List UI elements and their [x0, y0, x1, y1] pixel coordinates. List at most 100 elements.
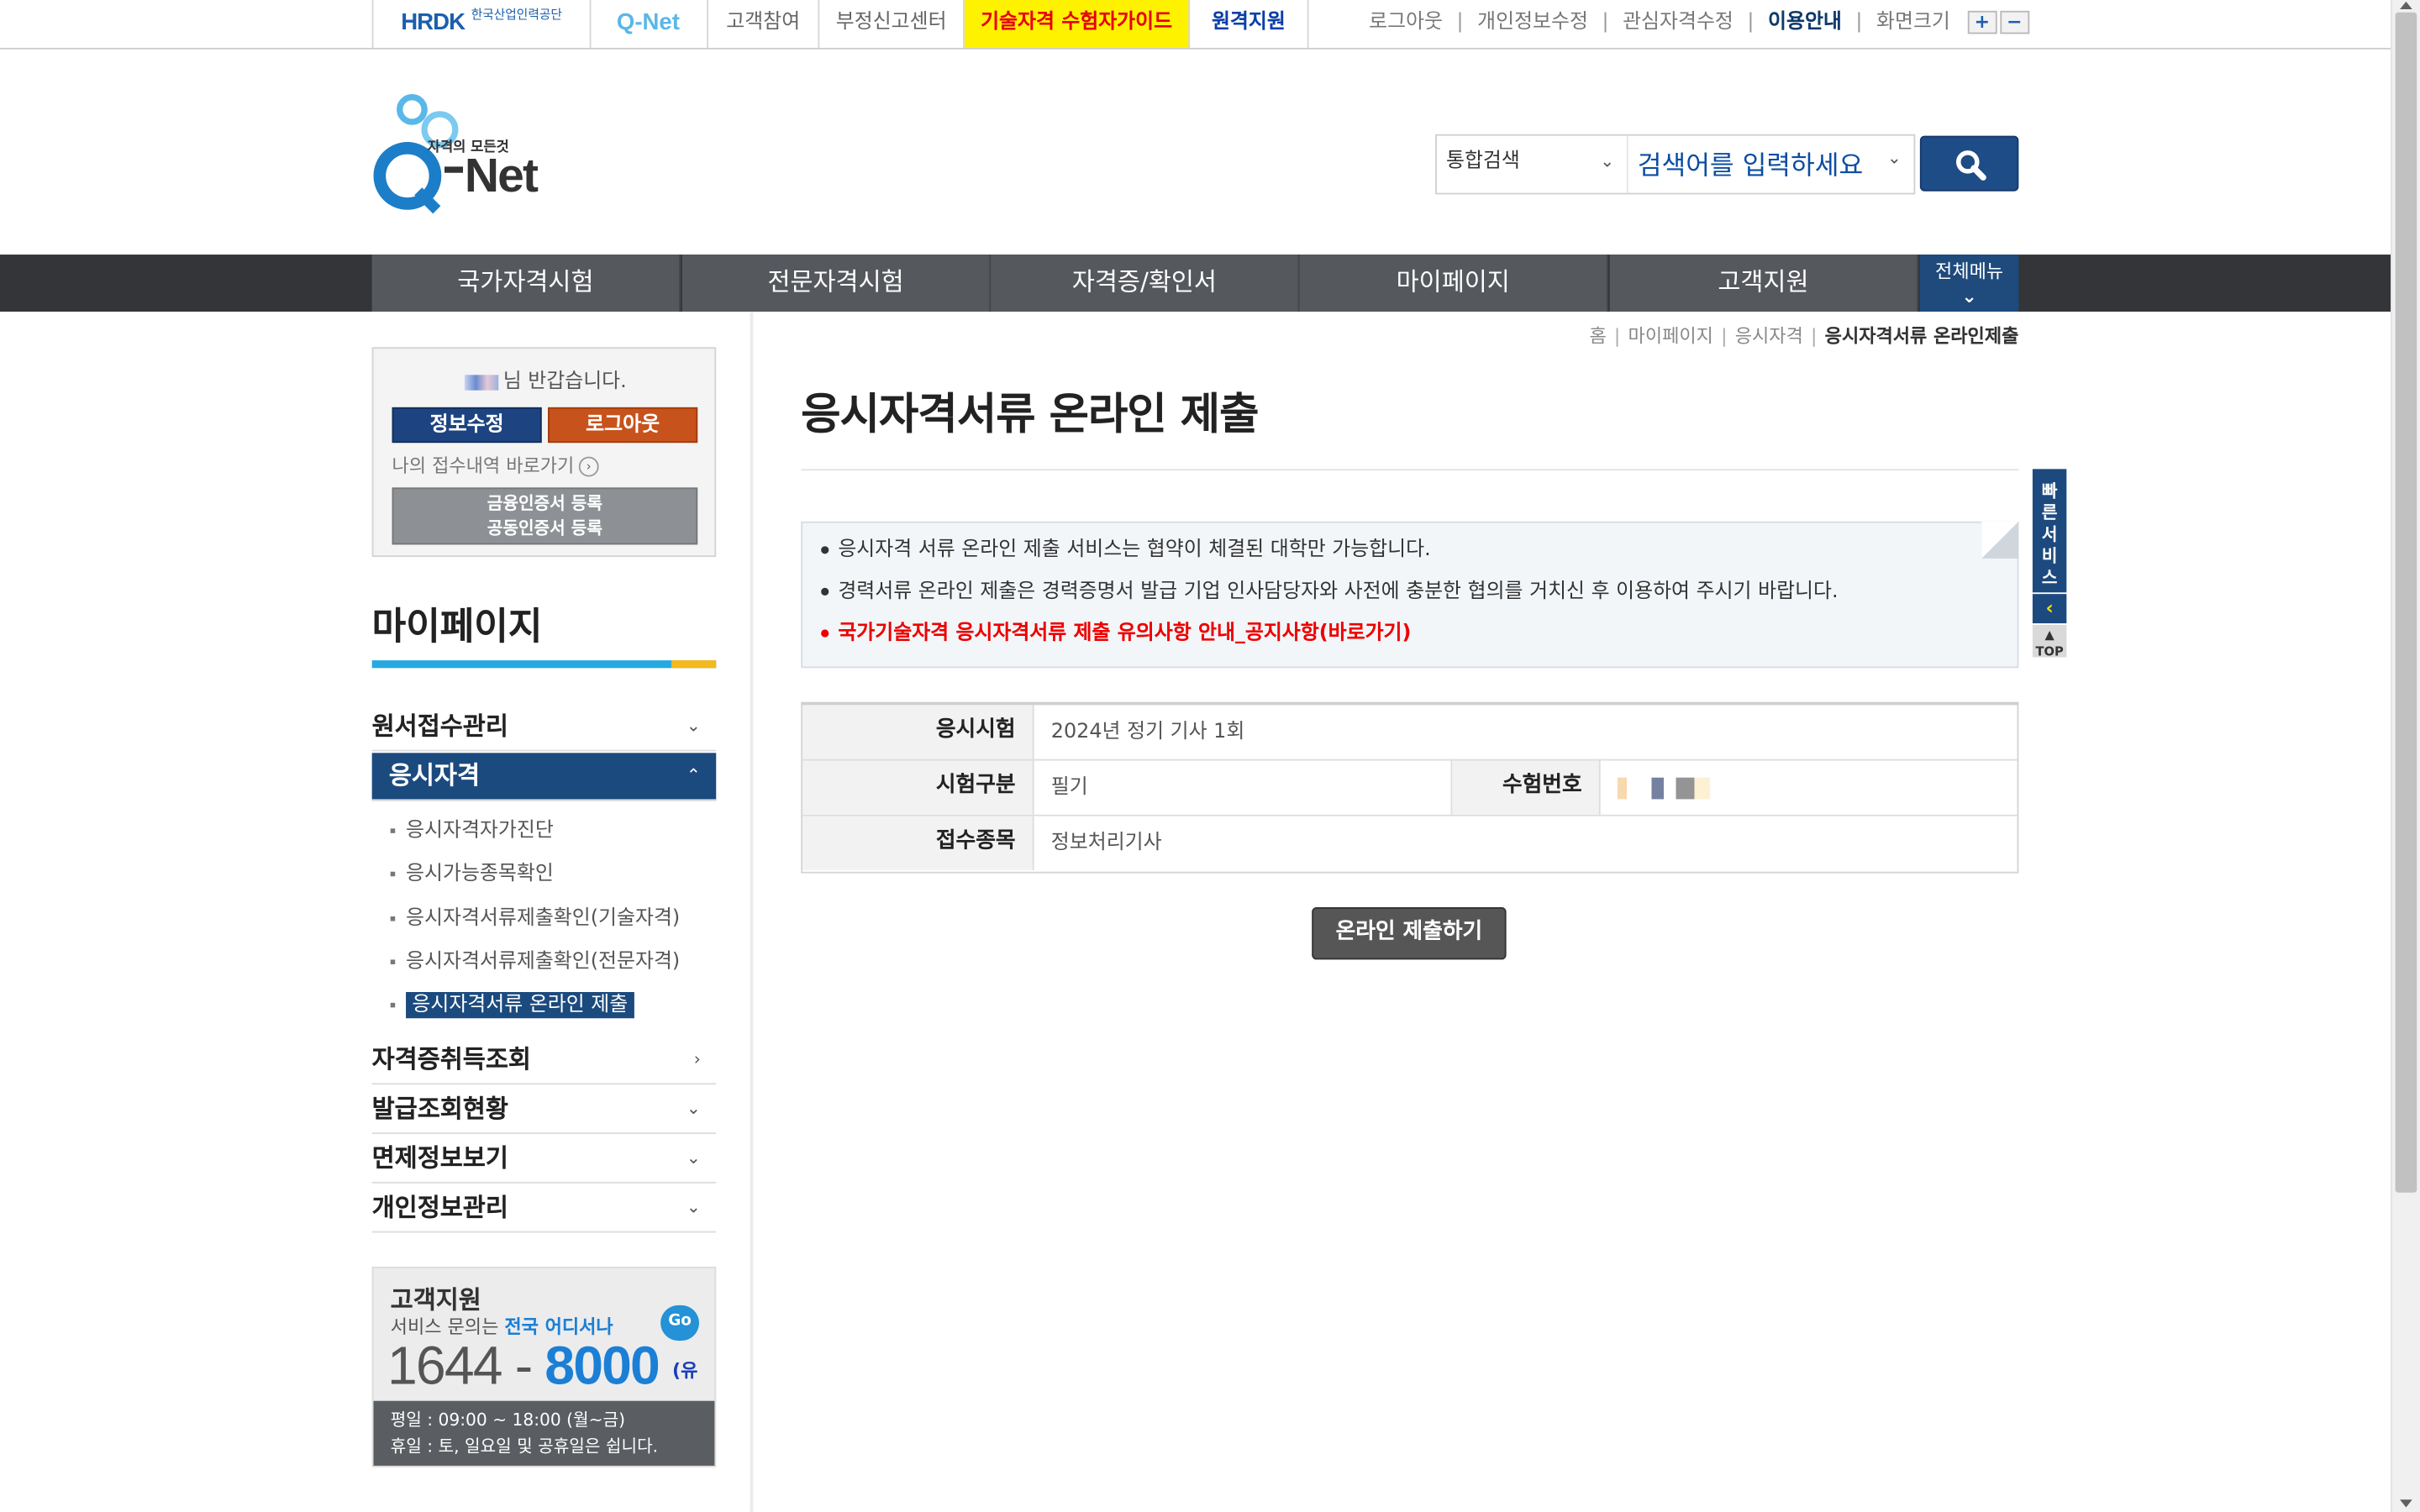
customer-support-title: 고객지원	[390, 1284, 481, 1315]
submenu-self-check[interactable]: 응시자격자가진단	[390, 813, 554, 843]
search-button[interactable]	[1919, 135, 2019, 192]
zoom-in-button[interactable]: +	[1967, 10, 1997, 34]
sidebar-item-eligibility[interactable]: 응시자격 ⌃	[371, 753, 717, 801]
gnb-customer-support[interactable]: 고객지원	[1609, 255, 1919, 312]
breadcrumb-home[interactable]: 홈	[1589, 326, 1606, 348]
customer-participation-link[interactable]: 고객참여	[708, 0, 820, 48]
title-divider	[801, 469, 2019, 471]
customer-support-desc: 서비스 문의는 전국 어디서나	[390, 1315, 613, 1338]
chevron-down-icon[interactable]: ⌄	[1887, 148, 1902, 168]
interest-edit-link[interactable]: 관심자격수정	[1623, 11, 1733, 34]
utility-links: 로그아웃 | 개인정보수정 | 관심자격수정 | 이용안내 | 화면크기 + −	[1369, 0, 2029, 46]
breadcrumb-eligibility[interactable]: 응시자격	[1735, 326, 1803, 348]
sidebar-item-label: 응시자격	[388, 760, 481, 790]
all-menu-button[interactable]: 전체메뉴 ⌄	[1919, 255, 2019, 312]
notice-item: 응시자격 서류 온라인 제출 서비스는 협약이 체결된 대학만 가능합니다.	[821, 533, 1838, 575]
breadcrumb-mypage[interactable]: 마이페이지	[1628, 326, 1713, 348]
submenu-label: 응시자격자가진단	[406, 819, 554, 843]
separator: |	[1747, 10, 1754, 34]
type-value: 필기	[1034, 760, 1453, 815]
logout-button[interactable]: 로그아웃	[548, 407, 698, 444]
submenu-label: 응시가능종목확인	[406, 862, 554, 886]
chevron-down-icon: ⌄	[686, 716, 701, 737]
notice-box: 응시자격 서류 온라인 제출 서비스는 협약이 체결된 대학만 가능합니다. 경…	[801, 521, 2019, 669]
top-utility-bar: HRDK 한국산업인력공단 Q-Net 고객참여 부정신고센터 기술자격 수험자…	[0, 0, 2391, 50]
all-menu-label: 전체메뉴	[1935, 260, 2004, 283]
arrow-right-circle-icon: ›	[578, 456, 599, 477]
remote-support-link[interactable]: 원격지원	[1190, 0, 1309, 48]
submenu-available-items[interactable]: 응시가능종목확인	[390, 856, 554, 886]
screen-size-label: 화면크기	[1876, 10, 1950, 34]
chevron-up-icon: ⌃	[686, 765, 701, 785]
hrdk-name: 한국산업인력공단	[471, 8, 562, 22]
table-row: 응시시험 2024년 정기 기사 1회	[802, 705, 2018, 761]
gnb-professional-exam[interactable]: 전문자격시험	[681, 255, 992, 312]
vertical-scrollbar[interactable]	[2391, 0, 2420, 1512]
welcome-message: 님 반갑습니다.	[373, 364, 718, 393]
edit-info-button[interactable]: 정보수정	[392, 407, 542, 444]
logout-link[interactable]: 로그아웃	[1369, 11, 1443, 34]
separator: |	[1456, 10, 1464, 34]
qnet-logo[interactable]: 자격의 모든것 Net	[372, 90, 573, 217]
chevron-right-icon: ›	[693, 1048, 701, 1069]
gnb-mypage[interactable]: 마이페이지	[1299, 255, 1608, 312]
sidebar-item-exemption[interactable]: 면제정보보기 ⌄	[371, 1136, 717, 1184]
weekday-hours: 평일 : 09:00 ~ 18:00 (월~금)	[390, 1410, 626, 1431]
report-center-link[interactable]: 부정신고센터	[819, 0, 965, 48]
search-input[interactable]	[1631, 140, 1907, 192]
usage-guide-link[interactable]: 이용안내	[1768, 11, 1842, 34]
online-submit-button[interactable]: 온라인 제출하기	[1312, 906, 1507, 960]
hrdk-logo-text: HRDK	[401, 9, 466, 36]
financial-cert-label: 금융인증서 등록	[487, 493, 602, 514]
notice-link[interactable]: 국가기술자격 응시자격서류 제출 유의사항 안내_공지사항(바로가기)	[821, 617, 1838, 659]
user-name-redacted	[464, 374, 499, 390]
welcome-text: 님 반갑습니다.	[502, 370, 627, 394]
sidebar-item-certificate-lookup[interactable]: 자격증취득조회 ›	[371, 1037, 717, 1085]
customer-support-box: 고객지원 서비스 문의는 전국 어디서나 Go 1644 - 8000 (유료)…	[371, 1266, 717, 1467]
search-scope-label: 통합검색	[1445, 150, 1520, 173]
search-icon	[1956, 150, 1986, 181]
sidebar-item-issue-status[interactable]: 발급조회현황 ⌄	[371, 1086, 717, 1134]
quick-service-panel: 빠른서비스 ‹ ▲ TOP	[2032, 469, 2067, 659]
sidebar-title: 마이페이지	[371, 604, 543, 648]
my-receipt-label: 나의 접수내역 바로가기	[392, 454, 575, 477]
edit-info-link[interactable]: 개인정보수정	[1477, 11, 1588, 34]
breadcrumb: 홈 | 마이페이지 | 응시자격 | 응시자격서류 온라인제출	[1589, 325, 2019, 348]
submenu-doc-check-technical[interactable]: 응시자격서류제출확인(기술자격)	[390, 901, 681, 931]
chevron-down-icon: ⌄	[686, 1098, 701, 1119]
scroll-down-arrow-icon[interactable]	[2400, 1499, 2412, 1508]
qnet-small-logo[interactable]: Q-Net	[590, 0, 709, 48]
table-row: 시험구분 필기 수험번호	[802, 760, 2018, 816]
chevron-down-icon: ⌄	[1600, 150, 1615, 171]
submenu-label: 응시자격서류제출확인(기술자격)	[406, 906, 681, 931]
field-value: 정보처리기사	[1050, 831, 1162, 855]
exam-number-redacted	[1617, 776, 1711, 799]
logo-name: Net	[464, 148, 539, 202]
hrdk-logo[interactable]: HRDK 한국산업인력공단	[371, 0, 592, 48]
submenu-online-submit[interactable]: 응시자격서류 온라인 제출	[390, 987, 634, 1019]
gnb-national-exam[interactable]: 국가자격시험	[371, 255, 681, 312]
chevron-down-icon: ⌄	[686, 1197, 701, 1218]
sidebar-item-application[interactable]: 원서접수관리 ⌄	[371, 704, 717, 752]
certificate-register-button[interactable]: 금융인증서 등록 공동인증서 등록	[392, 487, 698, 545]
my-receipt-link[interactable]: 나의 접수내역 바로가기 ›	[392, 452, 599, 478]
zoom-out-button[interactable]: −	[1999, 10, 2029, 34]
breadcrumb-current: 응시자격서류 온라인제출	[1824, 325, 2019, 348]
chevron-left-icon[interactable]: ‹	[2032, 594, 2067, 624]
exam-guide-link[interactable]: 기술자격 수험자가이드	[964, 0, 1191, 48]
exam-label: 응시시험	[802, 705, 1034, 759]
scroll-top-button[interactable]: ▲ TOP	[2032, 624, 2067, 659]
support-hours: 평일 : 09:00 ~ 18:00 (월~금) 휴일 : 토, 일요일 및 공…	[373, 1400, 715, 1466]
submenu-doc-check-professional[interactable]: 응시자격서류제출확인(전문자격)	[390, 944, 680, 974]
scroll-thumb[interactable]	[2395, 12, 2417, 1193]
gnb-certificate[interactable]: 자격증/확인서	[991, 255, 1300, 312]
holiday-hours: 휴일 : 토, 일요일 및 공휴일은 쉽니다.	[390, 1436, 659, 1457]
sidebar-item-personal-info[interactable]: 개인정보관리 ⌄	[371, 1185, 717, 1233]
top-label: TOP	[2035, 644, 2064, 659]
quick-service-label[interactable]: 빠른서비스	[2032, 469, 2067, 593]
scroll-up-arrow-icon[interactable]	[2400, 1, 2412, 10]
sidebar-item-label: 원서접수관리	[371, 711, 508, 741]
qnet-small-logo-text: Q-Net	[616, 9, 680, 36]
exam-number-value	[1601, 760, 2018, 814]
search-scope-select[interactable]: 통합검색 ⌄	[1437, 135, 1628, 193]
